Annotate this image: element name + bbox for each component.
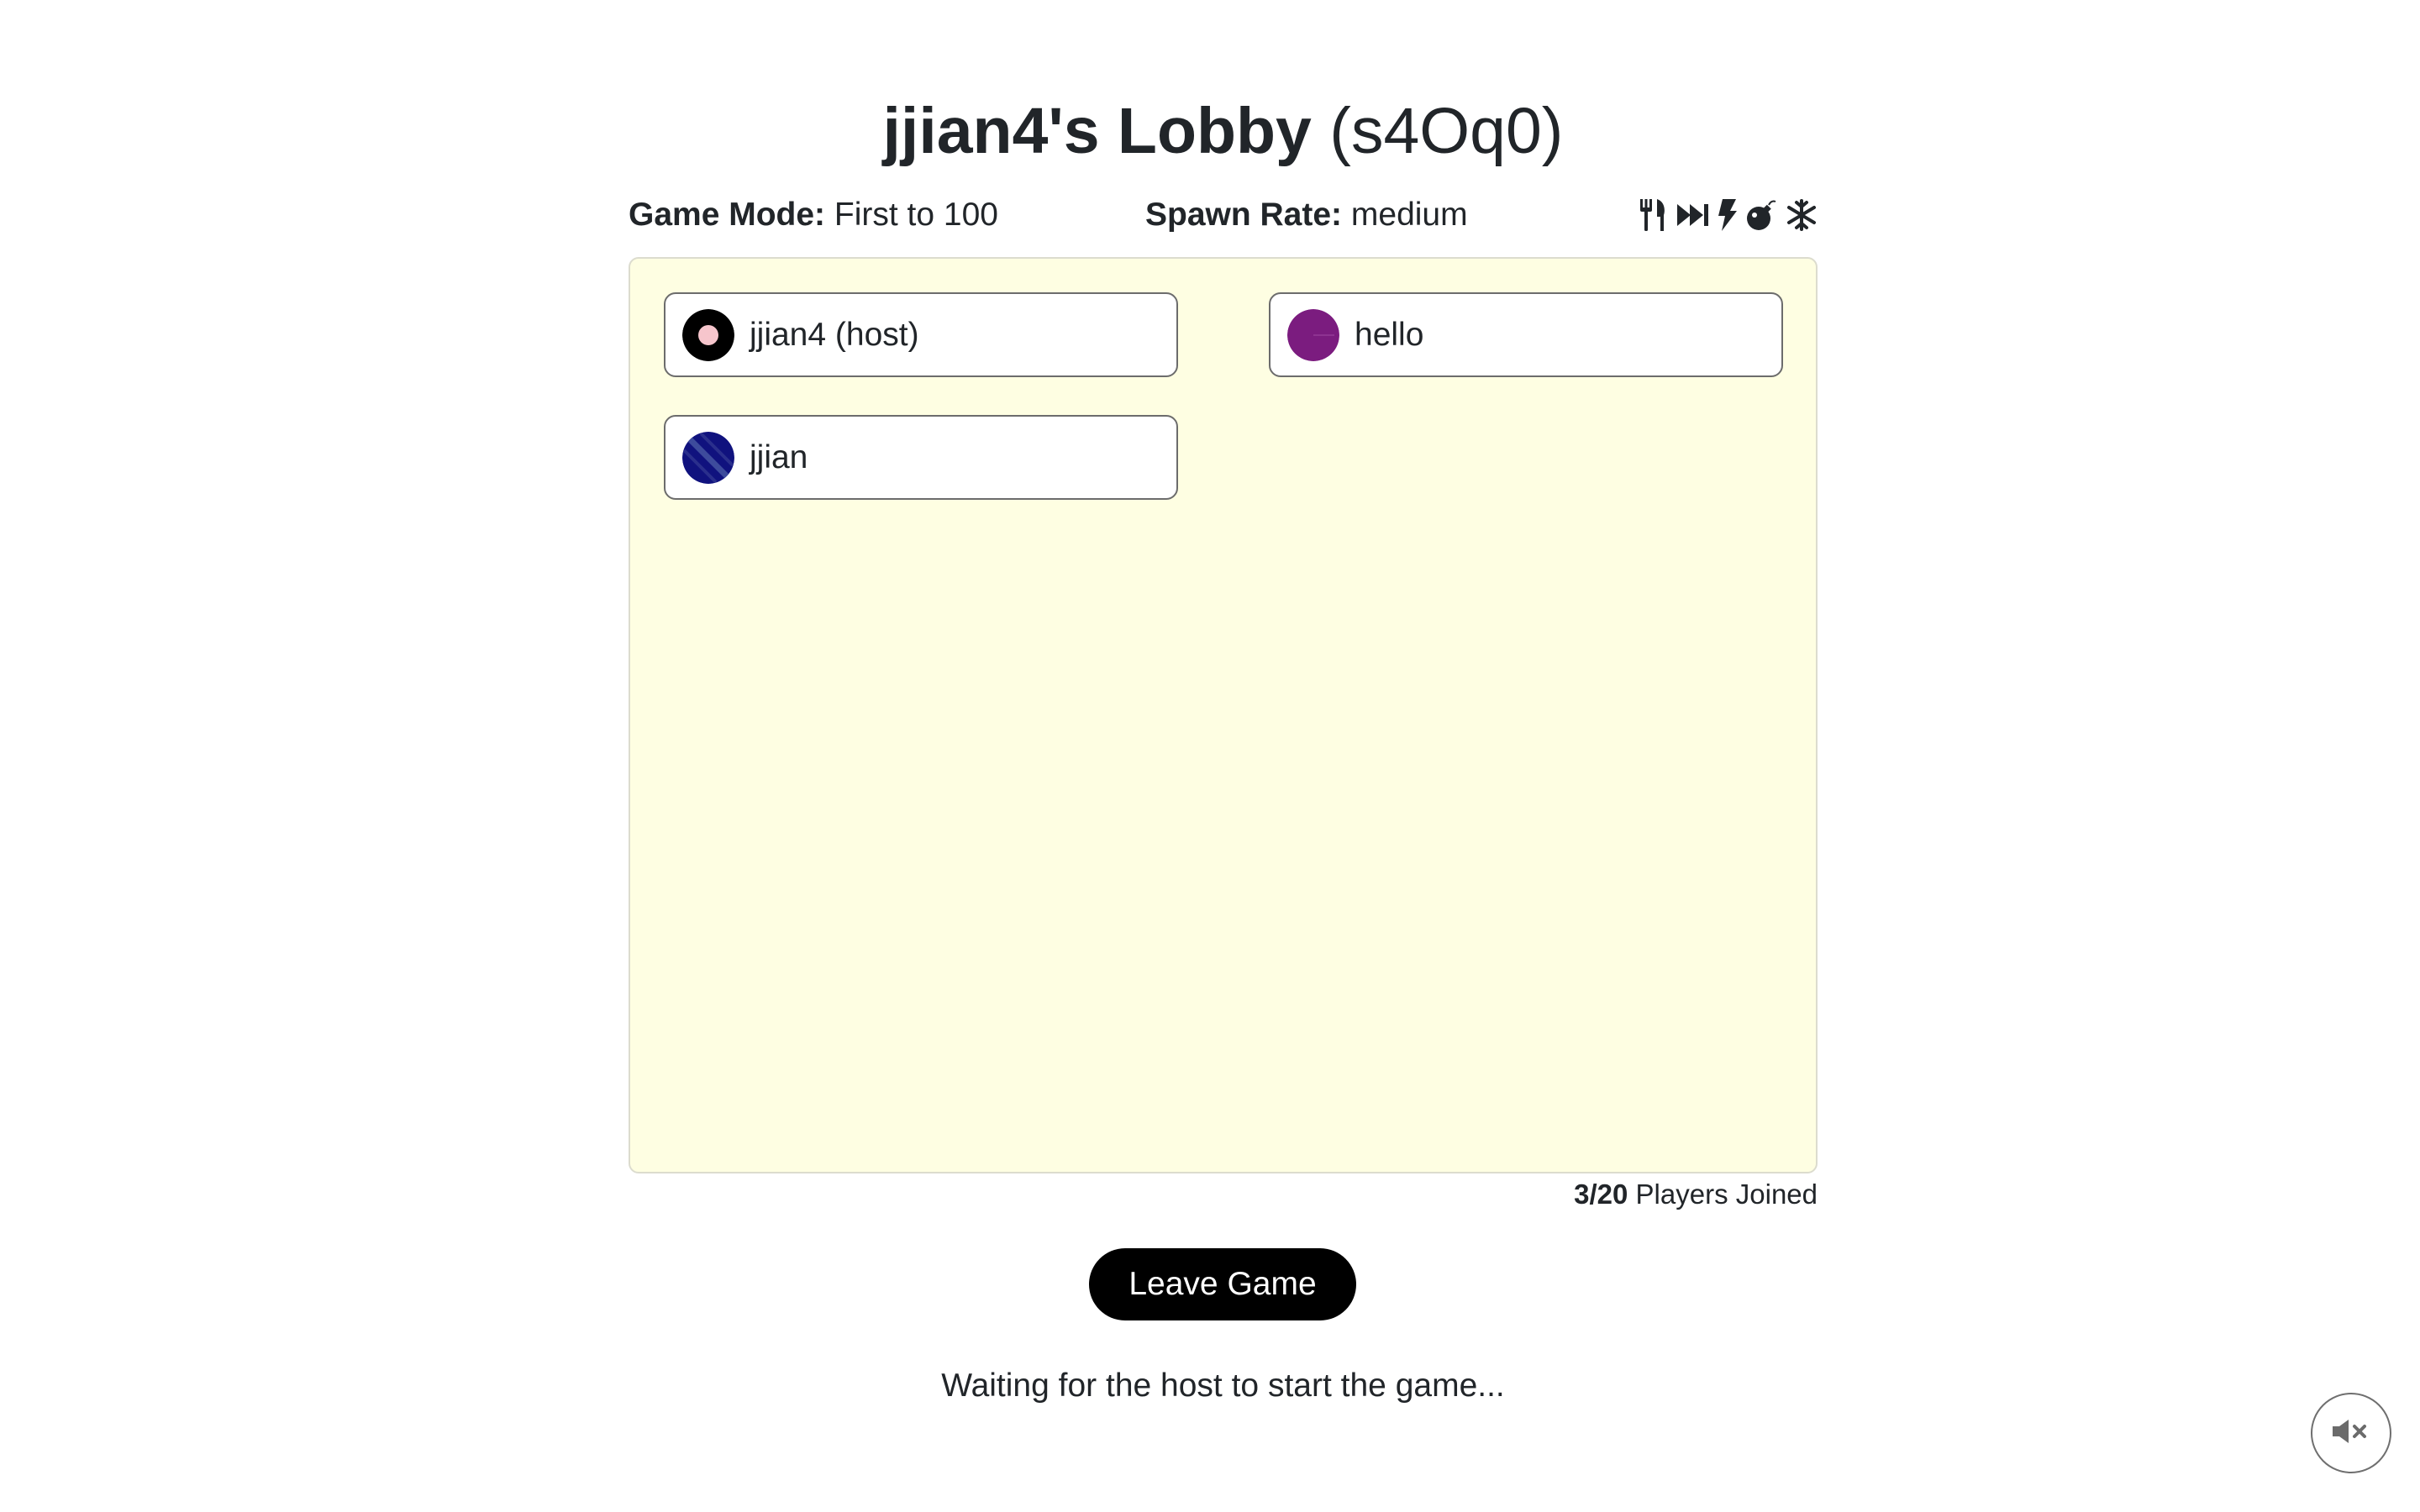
- player-card: jjian: [664, 415, 1178, 500]
- player-card: jjian4 (host): [664, 292, 1178, 377]
- player-avatar: [682, 431, 734, 484]
- players-joined-count: 3/20 Players Joined: [1574, 1174, 1818, 1215]
- player-avatar: [682, 308, 734, 361]
- game-mode: Game Mode: First to 100: [629, 190, 998, 240]
- waiting-status: Waiting for the host to start the game..…: [941, 1368, 1505, 1404]
- lobby-owner-title: jjian4's Lobby: [882, 95, 1312, 167]
- players-board: jjian4 (host) hello jjian: [629, 257, 1818, 1173]
- snowflake-icon: [1786, 198, 1818, 232]
- sound-toggle-button[interactable]: [2311, 1393, 2391, 1473]
- fast-forward-icon: [1676, 198, 1710, 232]
- page-title: jjian4's Lobby (s4Oq0): [629, 89, 1818, 173]
- volume-mute-icon: [2332, 1418, 2370, 1449]
- spawn-rate-value: medium: [1350, 197, 1468, 233]
- lobby-settings-bar: Game Mode: First to 100 Spawn Rate: medi…: [629, 190, 1818, 240]
- player-name: jjian4 (host): [750, 316, 919, 353]
- leave-game-button[interactable]: Leave Game: [1089, 1248, 1356, 1320]
- lobby-code: (s4Oq0): [1329, 95, 1564, 167]
- player-name: hello: [1355, 316, 1424, 353]
- spawn-rate: Spawn Rate: medium: [1145, 190, 1468, 240]
- player-avatar: [1287, 308, 1339, 361]
- players-joined-number: 3/20: [1574, 1179, 1628, 1210]
- game-mode-label: Game Mode:: [629, 197, 826, 233]
- powerups-list: [1639, 195, 1818, 235]
- players-joined-label: Players Joined: [1635, 1179, 1818, 1210]
- utensils-icon: [1639, 198, 1670, 232]
- spawn-rate-label: Spawn Rate:: [1145, 197, 1343, 233]
- bolt-icon: [1717, 198, 1739, 232]
- bomb-icon: [1745, 198, 1779, 232]
- player-card: hello: [1269, 292, 1783, 377]
- player-name: jjian: [750, 438, 808, 475]
- game-mode-value: First to 100: [834, 197, 998, 233]
